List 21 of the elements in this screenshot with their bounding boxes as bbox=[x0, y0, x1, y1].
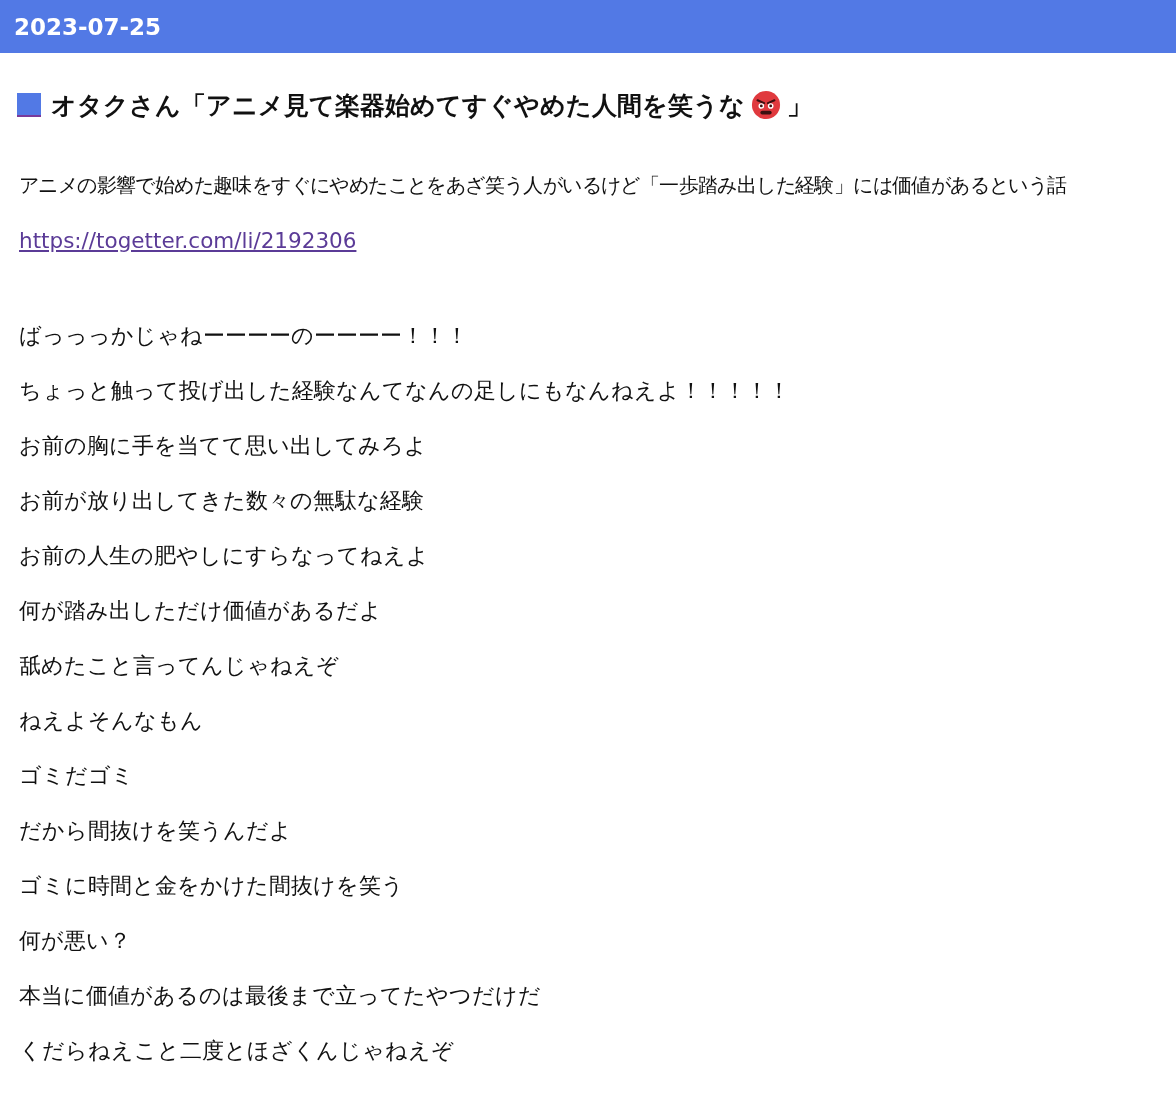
body-line: だから間抜けを笑うんだよ bbox=[18, 817, 293, 845]
body-line: お前の人生の肥やしにすらなってねえよ bbox=[18, 542, 430, 570]
body-line: 何が悪い？ bbox=[18, 927, 132, 955]
post-date: 2023-07-25 bbox=[14, 13, 162, 40]
square-icon bbox=[17, 93, 41, 117]
title-closing-bracket: 」 bbox=[787, 89, 812, 122]
body-line: ねえよそんなもん bbox=[18, 707, 204, 735]
body-line: 舐めたこと言ってんじゃねえぞ bbox=[18, 652, 340, 680]
body-line: お前の胸に手を当てて思い出してみろよ bbox=[18, 432, 428, 460]
source-link[interactable]: https://togetter.com/li/2192306 bbox=[19, 228, 357, 253]
body-line: ゴミだゴミ bbox=[18, 762, 135, 790]
body-line: ちょっと触って投げ出した経験なんてなんの足しにもなんねえよ！！！！！ bbox=[18, 377, 791, 405]
summary-text: アニメの影響で始めた趣味をすぐにやめたことをあざ笑う人がいるけど「一歩踏み出した経験」には価値があるという話 bbox=[18, 172, 1068, 199]
body-line: お前が放り出してきた数々の無駄な経験 bbox=[18, 487, 425, 515]
post-title: オタクさん「アニメ見て楽器始めてすぐやめた人間を笑うな bbox=[51, 89, 745, 122]
body-line: 何が踏み出しただけ価値があるだよ bbox=[18, 597, 383, 625]
body-line: くだらねえこと二度とほざくんじゃねえぞ bbox=[18, 1037, 455, 1065]
body-line: 本当に価値があるのは最後まで立ってたやつだけだ bbox=[18, 982, 542, 1010]
body-line: ゴミに時間と金をかけた間抜けを笑う bbox=[18, 872, 405, 900]
angry-face-icon bbox=[751, 90, 781, 120]
body-line: ばっっっかじゃねーーーーのーーーー！！！ bbox=[18, 322, 469, 350]
